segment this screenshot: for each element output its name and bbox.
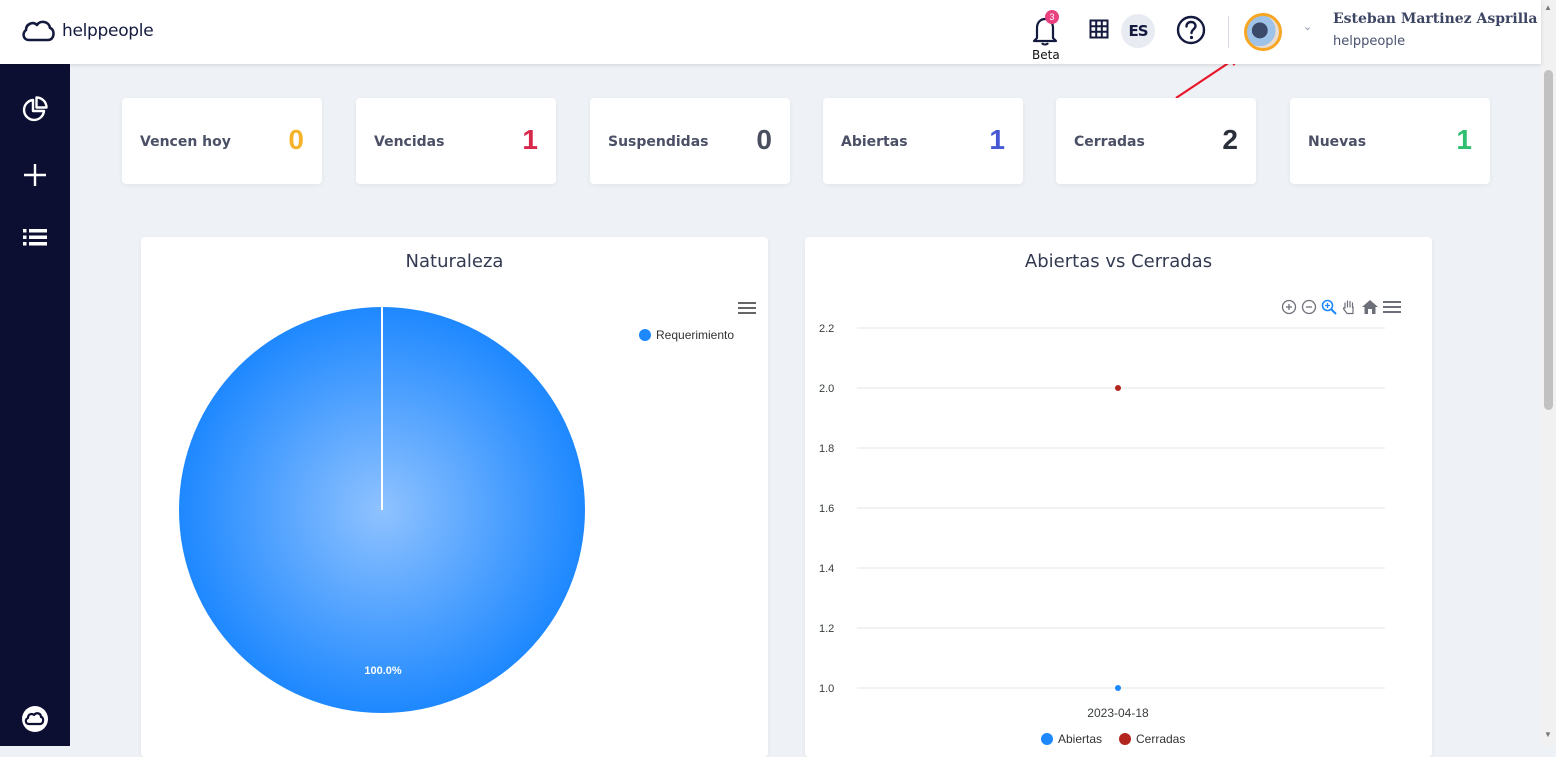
legend-dot	[639, 329, 651, 341]
chart-title: Naturaleza	[405, 251, 504, 272]
legend-label: Cerradas	[1136, 732, 1186, 746]
stat-label: Vencidas	[374, 134, 445, 150]
scroll-thumb[interactable]	[1544, 70, 1553, 410]
header-divider	[1228, 16, 1229, 48]
stat-value: 0	[288, 124, 304, 155]
naturaleza-chart-panel: Naturaleza Requerimiento 100.0%	[141, 237, 768, 757]
sidebar-item-dashboard[interactable]	[20, 94, 50, 124]
brand-name: helppeople	[62, 21, 154, 41]
stat-card-suspendidas[interactable]: Suspendidas 0	[590, 98, 790, 184]
stat-card-vencen-hoy[interactable]: Vencen hoy 0	[122, 98, 322, 184]
sidebar-cloud-button[interactable]	[20, 704, 50, 734]
user-avatar[interactable]	[1244, 13, 1282, 51]
top-bar: helppeople 3 Beta ES ⌄ Esteban Martinez …	[0, 0, 1541, 64]
stat-label: Suspendidas	[608, 134, 709, 150]
abiertas-vs-cerradas-chart-panel: Abiertas vs Cerradas 2.2 2.0 1.8 1.6 1.4 1.2 1…	[805, 237, 1432, 757]
scroll-up-arrow-icon[interactable]: ▲	[1544, 3, 1552, 12]
chart-menu-icon[interactable]	[738, 301, 756, 315]
plus-icon	[24, 164, 46, 186]
user-name[interactable]: Esteban Martinez Asprilla	[1333, 11, 1537, 27]
legend-item-requerimiento[interactable]: Requerimiento	[639, 328, 734, 342]
legend-dot	[1119, 733, 1131, 745]
y-tick-label: 1.2	[819, 623, 834, 635]
stat-label: Vencen hoy	[140, 134, 231, 150]
legend-dot	[1041, 733, 1053, 745]
legend-label: Abiertas	[1058, 732, 1103, 746]
legend-item-abiertas[interactable]: Abiertas	[1041, 732, 1102, 746]
data-point-abiertas[interactable]	[1115, 685, 1121, 691]
data-point-cerradas[interactable]	[1115, 385, 1121, 391]
pie-chart: 100.0%	[179, 307, 585, 713]
cloud-logo-icon	[22, 20, 55, 42]
brand-logo[interactable]: helppeople	[20, 18, 154, 44]
stat-card-vencidas[interactable]: Vencidas 1	[356, 98, 556, 184]
y-tick-label: 2.0	[819, 383, 834, 395]
scroll-down-arrow-icon[interactable]: ▼	[1544, 730, 1552, 739]
sidebar-item-list[interactable]	[20, 222, 50, 252]
notifications-button[interactable]: 3 Beta	[1030, 8, 1064, 62]
stat-value: 2	[1222, 124, 1238, 155]
help-button[interactable]	[1175, 14, 1207, 51]
stat-label: Cerradas	[1074, 134, 1145, 150]
legend-label: Requerimiento	[656, 328, 735, 342]
notification-count-badge: 3	[1045, 10, 1059, 24]
stat-label: Abiertas	[841, 134, 908, 150]
beta-label: Beta	[1032, 48, 1060, 62]
stat-label: Nuevas	[1308, 134, 1367, 150]
pie-chart-icon	[22, 96, 48, 122]
stat-value: 1	[1456, 124, 1472, 155]
chevron-down-icon[interactable]: ⌄	[1303, 20, 1312, 33]
chart-title: Abiertas vs Cerradas	[1024, 251, 1213, 272]
grid-icon	[1089, 19, 1109, 39]
cloud-icon	[22, 706, 48, 732]
y-tick-label: 1.6	[819, 503, 834, 515]
abiertas-vs-cerradas-chart: 2.2 2.0 1.8 1.6 1.4 1.2 1.0 2023-04-18	[819, 323, 1385, 720]
x-tick-label: 2023-04-18	[1087, 706, 1149, 720]
sidebar-item-create[interactable]	[20, 160, 50, 190]
pie-slice-label: 100.0%	[364, 665, 402, 677]
question-mark-icon	[1176, 15, 1206, 45]
stat-value: 1	[522, 124, 538, 155]
y-tick-label: 1.8	[819, 443, 834, 455]
y-tick-label: 1.0	[819, 683, 834, 695]
stat-card-cerradas[interactable]: Cerradas 2	[1056, 98, 1256, 184]
stat-value: 0	[756, 124, 772, 155]
legend-item-cerradas[interactable]: Cerradas	[1119, 732, 1185, 746]
user-organization: helppeople	[1333, 34, 1406, 49]
stat-card-abiertas[interactable]: Abiertas 1	[823, 98, 1023, 184]
list-icon	[23, 229, 47, 246]
stat-card-nuevas[interactable]: Nuevas 1	[1290, 98, 1490, 184]
page-scrollbar[interactable]: ▲ ▼	[1541, 0, 1556, 746]
apps-grid-button[interactable]	[1089, 19, 1109, 44]
stat-value: 1	[989, 124, 1005, 155]
y-tick-label: 1.4	[819, 563, 834, 575]
language-selector[interactable]: ES	[1121, 14, 1155, 48]
sidebar	[0, 64, 70, 746]
y-tick-label: 2.2	[819, 323, 834, 335]
